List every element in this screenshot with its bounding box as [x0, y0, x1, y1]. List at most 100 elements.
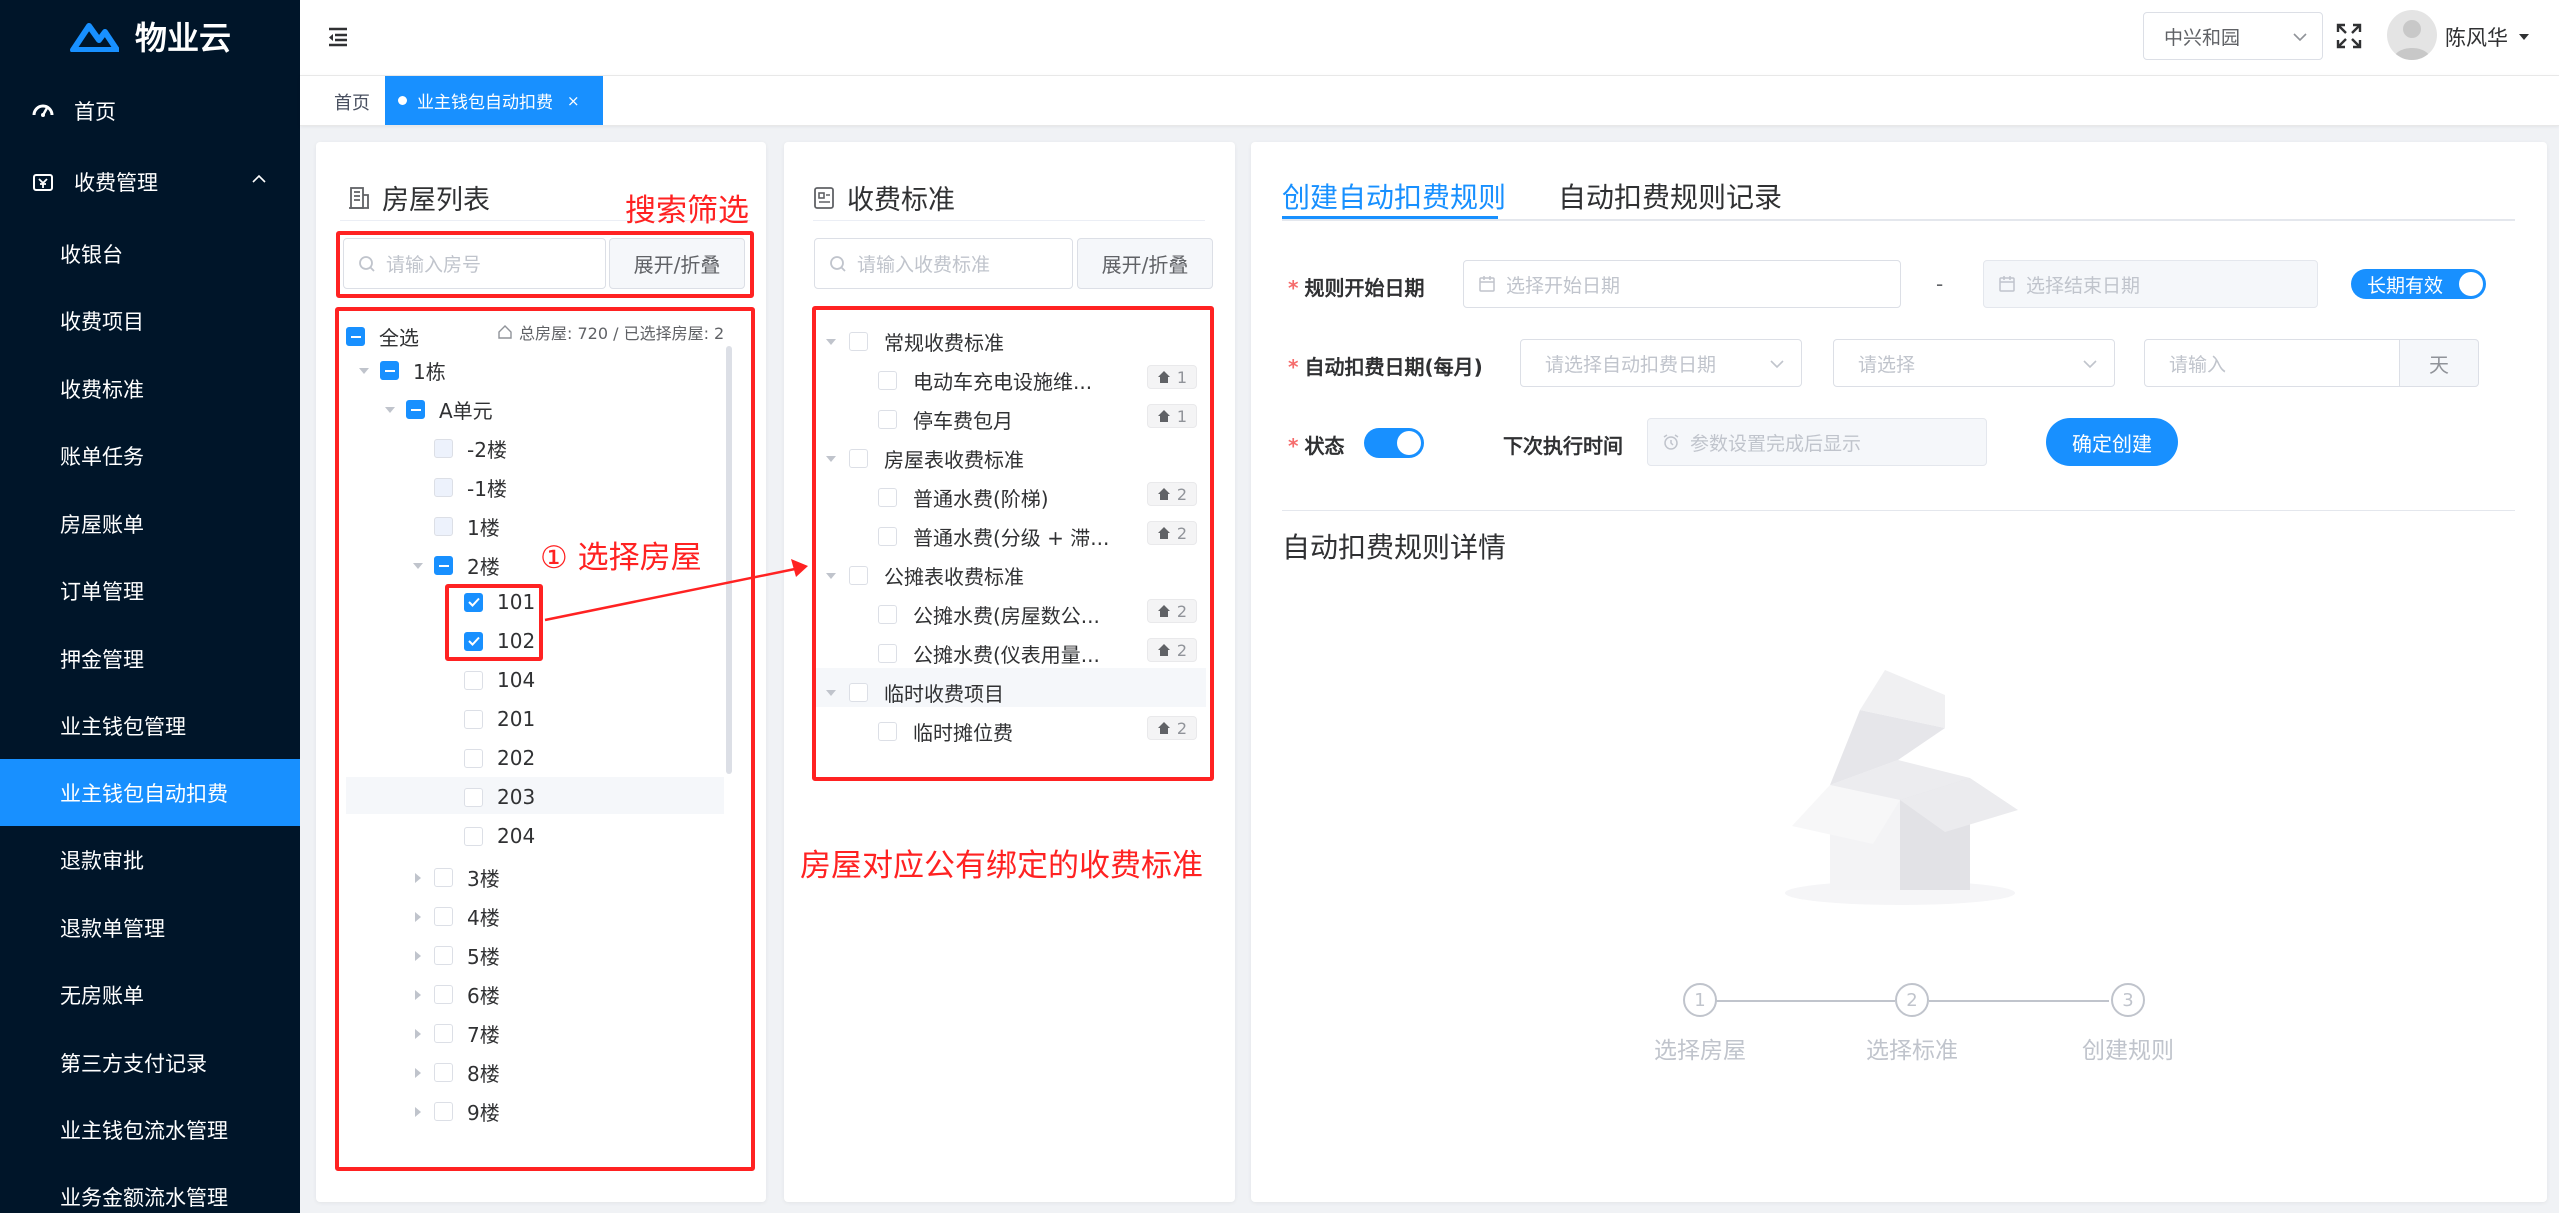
sidebar-item-orders[interactable]: 订单管理 [0, 557, 300, 624]
status-switch[interactable] [1364, 428, 1424, 458]
days-unit-append: 天 [2399, 339, 2479, 387]
dashboard-icon [30, 98, 56, 124]
sidebar-item-label: 押金管理 [60, 647, 144, 672]
sidebar-item-home[interactable]: 首页 [0, 77, 300, 144]
close-icon[interactable]: × [567, 92, 580, 110]
start-date-label-text: 规则开始日期 [1304, 276, 1425, 300]
tag-home[interactable]: 首页 [334, 89, 370, 115]
deduct-days-input[interactable]: 请输入 [2144, 339, 2400, 387]
menu-fold-icon[interactable] [326, 25, 350, 49]
sidebar-item-refund-orders[interactable]: 退款单管理 [0, 894, 300, 961]
wallet-icon [30, 169, 56, 195]
deduct-days-placeholder: 请输入 [2169, 353, 2227, 376]
fee-search-placeholder: 请输入收费标准 [857, 254, 991, 276]
fee-panel-title-text: 收费标准 [847, 185, 955, 216]
cloud-logo-icon [69, 23, 119, 52]
sidebar-item-fee-standards[interactable]: 收费标准 [0, 355, 300, 422]
search-icon [830, 255, 846, 272]
sidebar-item-label: 业主钱包自动扣费 [60, 781, 228, 806]
annotation-bound-standards: 房屋对应公有绑定的收费标准 [800, 848, 1203, 884]
detail-title: 自动扣费规则详情 [1282, 531, 1507, 564]
deduct-date-label: * 自动扣费日期(每月) [1288, 355, 1483, 379]
sidebar-item-refund-approval[interactable]: 退款审批 [0, 826, 300, 893]
start-date-placeholder: 选择开始日期 [1506, 274, 1621, 297]
next-exec-placeholder: 参数设置完成后显示 [1690, 432, 1862, 455]
sidebar-item-house-bills[interactable]: 房屋账单 [0, 490, 300, 557]
calendar-icon [1999, 276, 2015, 292]
sidebar-item-fee-items[interactable]: 收费项目 [0, 287, 300, 354]
fee-search-input[interactable]: 请输入收费标准 [814, 238, 1073, 289]
sidebar-item-label: 首页 [74, 99, 116, 124]
sidebar-item-label: 业务金额流水管理 [60, 1185, 228, 1210]
sidebar-item-fee-management[interactable]: 收费管理 [0, 148, 300, 215]
top-bar: 中兴和园 陈风华 [300, 0, 2559, 75]
sidebar-item-wallet-auto-deduct[interactable]: 业主钱包自动扣费 [0, 759, 300, 826]
tags-bar: 首页 业主钱包自动扣费 × [300, 75, 2559, 126]
sidebar-item-label: 无房账单 [60, 983, 144, 1008]
sidebar-item-business-flow[interactable]: 业务金额流水管理 [0, 1163, 300, 1213]
sidebar-item-deposits[interactable]: 押金管理 [0, 625, 300, 692]
long-valid-label: 长期有效 [2367, 274, 2444, 297]
caret-down-icon [2519, 34, 2529, 40]
step-label: 创建规则 [2082, 1038, 2174, 1064]
step-label: 选择标准 [1866, 1038, 1958, 1064]
annotation-box-fee-tree [812, 306, 1214, 781]
next-exec-input: 参数设置完成后显示 [1647, 418, 1987, 466]
calendar-icon [1479, 276, 1495, 292]
switch-knob [2459, 272, 2483, 296]
long-valid-switch[interactable]: 长期有效 [2351, 269, 2486, 299]
avatar[interactable] [2387, 10, 2437, 60]
user-name: 陈风华 [2445, 26, 2508, 50]
sidebar-item-bill-tasks[interactable]: 账单任务 [0, 422, 300, 489]
sidebar-item-label: 订单管理 [60, 579, 144, 604]
app-logo[interactable]: 物业云 [0, 0, 300, 72]
annotation-arrow [544, 559, 808, 622]
empty-box-icon [1785, 670, 2018, 905]
date-separator: - [1936, 272, 1944, 296]
sidebar-item-label: 收费项目 [60, 309, 144, 334]
start-date-picker[interactable]: 选择开始日期 [1463, 260, 1901, 308]
user-avatar-icon [2393, 20, 2431, 60]
user-menu[interactable]: 陈风华 [2445, 22, 2530, 52]
chevron-down-icon [2293, 33, 2307, 42]
sidebar-item-label: 收费管理 [74, 170, 158, 195]
annotation-box-tree [335, 307, 755, 1171]
fee-toggle-button[interactable]: 展开/折叠 [1077, 238, 1213, 289]
end-date-placeholder: 选择结束日期 [2026, 274, 2141, 297]
community-select[interactable]: 中兴和园 [2143, 12, 2323, 60]
step-number: 1 [1683, 983, 1717, 1017]
next-exec-label: 下次执行时间 [1503, 434, 1623, 458]
tag-current-label: 业主钱包自动扣费 [417, 93, 553, 113]
sidebar-item-no-house-bills[interactable]: 无房账单 [0, 961, 300, 1028]
deduct-day-select[interactable]: 请选择自动扣费日期 [1520, 339, 1802, 387]
start-date-label: * 规则开始日期 [1288, 276, 1425, 300]
tag-current[interactable]: 业主钱包自动扣费 × [385, 76, 603, 125]
tab-rule-records[interactable]: 自动扣费规则记录 [1558, 176, 1782, 216]
fee-panel-title: 收费标准 [813, 178, 955, 217]
sidebar-item-cashier[interactable]: 收银台 [0, 220, 300, 287]
deduct-date-label-text: 自动扣费日期(每月) [1304, 355, 1483, 379]
sidebar-item-label: 收费标准 [60, 377, 144, 402]
house-panel-title-text: 房屋列表 [382, 185, 490, 216]
sidebar-item-label: 收银台 [60, 242, 123, 267]
status-label: * 状态 [1288, 434, 1345, 458]
step-1: 1 选择房屋 [1630, 983, 1770, 1065]
fullscreen-icon[interactable] [2335, 22, 2363, 50]
sidebar-item-wallet-flow[interactable]: 业主钱包流水管理 [0, 1096, 300, 1163]
sidebar-item-third-party-payments[interactable]: 第三方支付记录 [0, 1029, 300, 1096]
tab-create-rule[interactable]: 创建自动扣费规则 [1282, 176, 1506, 216]
tabs-divider [1282, 219, 2515, 221]
step-number: 3 [2111, 983, 2145, 1017]
deduct-day-placeholder: 请选择自动扣费日期 [1545, 353, 1717, 376]
sidebar-item-owner-wallet[interactable]: 业主钱包管理 [0, 692, 300, 759]
sidebar: 物业云 首页 收费管理 收银台 收费项目 收费标准 账单任务 房屋账单 订单管理… [0, 0, 300, 1213]
end-date-picker[interactable]: 选择结束日期 [1983, 260, 2318, 308]
active-dot-icon [398, 96, 407, 105]
step-label: 选择房屋 [1654, 1038, 1746, 1064]
sidebar-item-label: 业主钱包管理 [60, 714, 186, 739]
house-panel-title: 房屋列表 [348, 178, 490, 217]
deduct-select[interactable]: 请选择 [1833, 339, 2115, 387]
create-button[interactable]: 确定创建 [2046, 418, 2178, 466]
building-icon [349, 186, 369, 209]
annotation-box-selected-rooms [445, 584, 543, 661]
